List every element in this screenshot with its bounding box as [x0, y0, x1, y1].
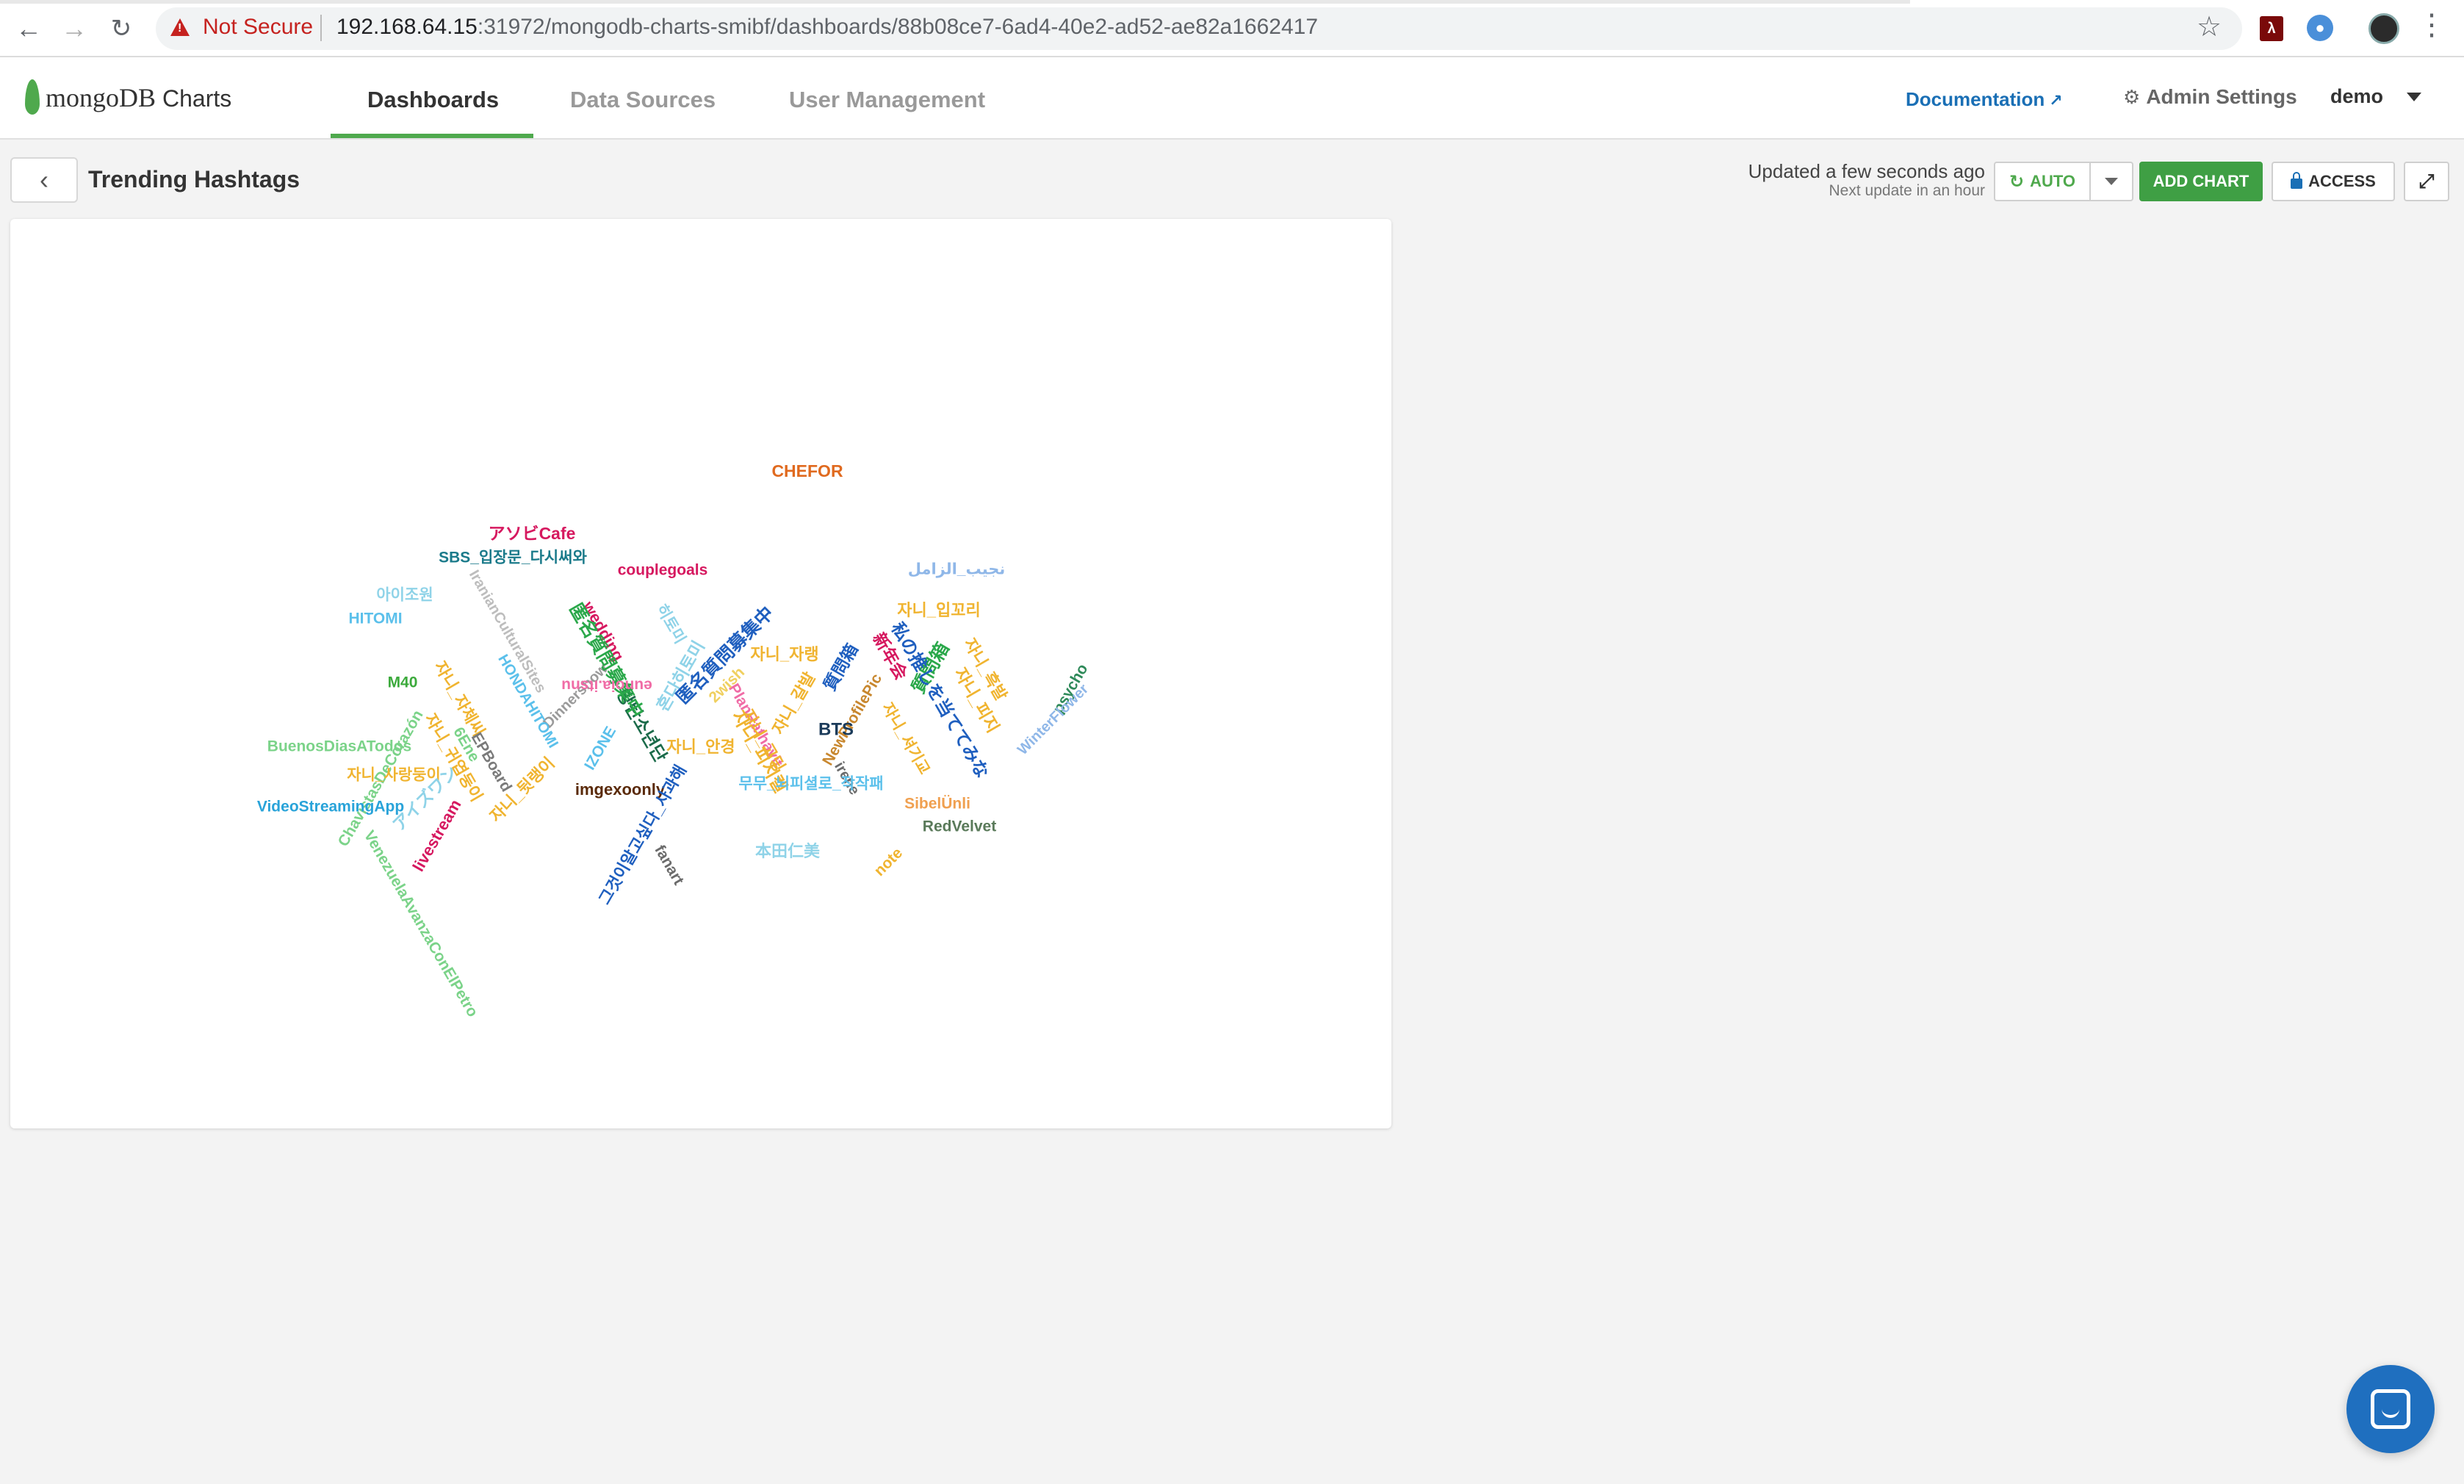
forward-arrow-icon[interactable]: → — [57, 12, 91, 46]
auto-refresh-label: AUTO — [2030, 172, 2076, 190]
active-tab-indicator — [331, 134, 533, 138]
chart-card[interactable]: ChavistasDeCorazón 6Ene Dinnershow 방탄소년단 Pla… — [10, 219, 1391, 1128]
pdf-extension-icon[interactable]: λ — [2260, 16, 2283, 41]
word-cloud-word[interactable]: 자니_사랑둥이 — [347, 767, 441, 784]
brand-charts: Charts — [162, 85, 232, 112]
word-cloud-word[interactable]: IZONE — [581, 724, 619, 773]
tab-data-sources[interactable]: Data Sources — [570, 87, 716, 113]
word-cloud-word[interactable]: HITOMI — [348, 610, 402, 627]
refresh-icon: ↻ — [2009, 171, 2025, 192]
url-host: 192.168.64.15 — [336, 15, 478, 39]
tab-user-management[interactable]: User Management — [789, 87, 985, 113]
last-updated-text: Updated a few seconds ago — [1748, 160, 1985, 182]
word-cloud-word[interactable]: 자니_셔기교 — [879, 700, 933, 777]
access-button[interactable]: ACCESS — [2272, 162, 2395, 201]
word-cloud-word[interactable]: SBS_입장문_다시써와 — [439, 550, 587, 566]
back-button[interactable]: ‹ — [10, 157, 78, 203]
word-cloud-word[interactable]: CHEFOR — [771, 461, 843, 480]
word-cloud-word[interactable]: M40 — [388, 674, 418, 691]
next-update-text: Next update in an hour — [1829, 182, 1985, 199]
word-cloud-word[interactable]: 자니_갈발 — [768, 669, 818, 738]
word-cloud-word[interactable]: 무무_뇌피셜로_작작패 — [738, 776, 883, 793]
word-cloud-word[interactable]: アソビCafe — [489, 524, 576, 543]
tab-strip — [0, 0, 1910, 4]
reload-icon[interactable]: ↻ — [104, 12, 138, 46]
word-cloud-word[interactable]: 자니_안경 — [666, 738, 735, 756]
admin-settings-button[interactable]: ⚙ Admin Settings — [2123, 85, 2297, 109]
documentation-label: Documentation — [1906, 88, 2045, 110]
word-cloud-word[interactable]: 아이조원 — [376, 587, 433, 604]
documentation-link[interactable]: Documentation ↗ — [1906, 88, 2063, 111]
browser-toolbar: ← → ↻ Not Secure 192.168.64.15:31972/mon… — [0, 0, 2464, 57]
mongodb-leaf-icon — [25, 79, 40, 115]
word-cloud-word[interactable]: couplegoals — [618, 562, 708, 579]
word-cloud-word[interactable]: 자니_입꼬리 — [897, 601, 980, 619]
word-cloud-word[interactable]: 히토미 — [652, 602, 688, 647]
bookmark-star-icon[interactable]: ☆ — [2197, 13, 2222, 41]
word-cloud-word[interactable]: نجيب_الزامل — [908, 561, 1006, 578]
external-link-icon: ↗ — [2049, 91, 2063, 109]
fullscreen-button[interactable]: ⤢ — [2404, 162, 2449, 201]
caret-down-icon — [2105, 178, 2118, 185]
word-cloud-word[interactable]: VideoStreamingApp — [257, 799, 404, 815]
admin-settings-label: Admin Settings — [2146, 85, 2297, 108]
word-cloud-chart: ChavistasDeCorazón 6EneDinnershow 방탄소년단 Pla… — [257, 461, 1092, 1020]
auto-refresh-dropdown[interactable] — [2089, 162, 2133, 201]
word-cloud-word[interactable]: BTS — [818, 719, 854, 739]
word-cloud-word[interactable]: 質問箱 — [820, 641, 862, 694]
word-cloud-word[interactable]: note — [871, 845, 907, 880]
gear-icon: ⚙ — [2123, 86, 2141, 108]
address-divider — [320, 15, 322, 41]
tab-dashboards[interactable]: Dashboards — [367, 87, 499, 113]
expand-icon: ⤢ — [2418, 170, 2435, 192]
word-cloud-word[interactable]: 本田仁美 — [755, 842, 821, 860]
security-indicator[interactable]: Not Secure — [203, 15, 313, 40]
word-cloud-word[interactable]: WinterFlower — [1015, 681, 1092, 758]
user-menu[interactable]: demo — [2330, 85, 2383, 108]
extension-drop-icon[interactable]: ● — [2307, 15, 2333, 41]
chat-launcher-button[interactable] — [2346, 1365, 2435, 1453]
lock-icon — [2291, 172, 2303, 189]
auto-refresh-button[interactable]: ↻ AUTO — [1994, 162, 2091, 201]
warning-icon — [170, 18, 190, 36]
brand-logo[interactable]: mongoDB Charts — [46, 82, 231, 113]
word-cloud-word[interactable]: imgexoonly — [575, 780, 666, 799]
access-label: ACCESS — [2308, 172, 2376, 190]
back-arrow-icon[interactable]: ← — [12, 12, 46, 46]
url-path: :31972/mongodb-charts-smibf/dashboards/8… — [477, 15, 1319, 39]
profile-avatar-icon[interactable] — [2368, 13, 2399, 44]
word-cloud-word[interactable]: BuenosDiasATodos — [267, 738, 411, 755]
chevron-down-icon[interactable] — [2407, 93, 2421, 101]
word-cloud-word[interactable]: fanart — [651, 843, 687, 888]
word-cloud-word[interactable]: RedVelvet — [923, 818, 996, 835]
dashboard-title: Trending Hashtags — [88, 166, 300, 192]
word-cloud-word[interactable]: 자니_자랭 — [750, 645, 818, 663]
word-cloud-word[interactable]: SibelÜnli — [904, 796, 970, 813]
app-header: mongoDB Charts Dashboards Data Sources U… — [0, 57, 2464, 140]
chevron-left-icon: ‹ — [40, 165, 48, 195]
word-cloud-word[interactable]: eunoia.itsnu — [561, 677, 652, 694]
brand-mongodb: mongoDB — [46, 83, 156, 112]
add-chart-button[interactable]: ADD CHART — [2139, 162, 2263, 201]
chat-icon — [2371, 1389, 2410, 1429]
chrome-menu-icon[interactable]: ⋮ — [2417, 10, 2446, 40]
url-text[interactable]: 192.168.64.15:31972/mongodb-charts-smibf… — [336, 15, 1318, 40]
